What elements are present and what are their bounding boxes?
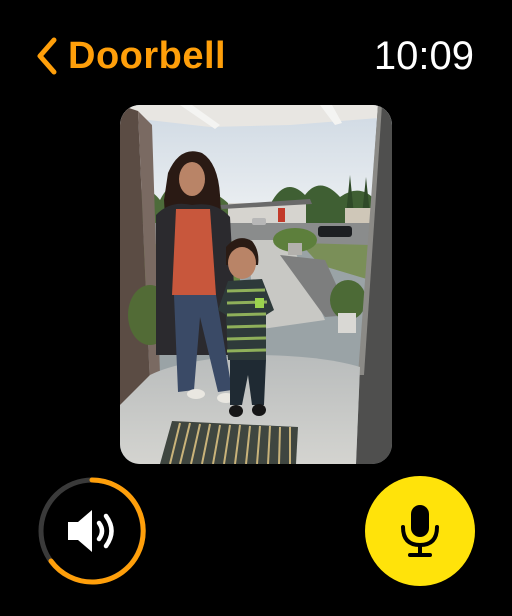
camera-feed-image xyxy=(120,105,392,464)
speaker-volume-icon xyxy=(38,477,146,585)
microphone-icon xyxy=(401,505,439,557)
header: Doorbell 10:09 xyxy=(0,0,512,100)
camera-feed[interactable] xyxy=(120,105,392,464)
back-button[interactable]: Doorbell xyxy=(34,30,226,82)
microphone-button[interactable] xyxy=(365,476,475,586)
speaker-button[interactable] xyxy=(36,475,148,587)
clock-time: 10:09 xyxy=(373,34,474,78)
page-title: Doorbell xyxy=(68,34,227,77)
chevron-left-icon xyxy=(37,37,57,75)
